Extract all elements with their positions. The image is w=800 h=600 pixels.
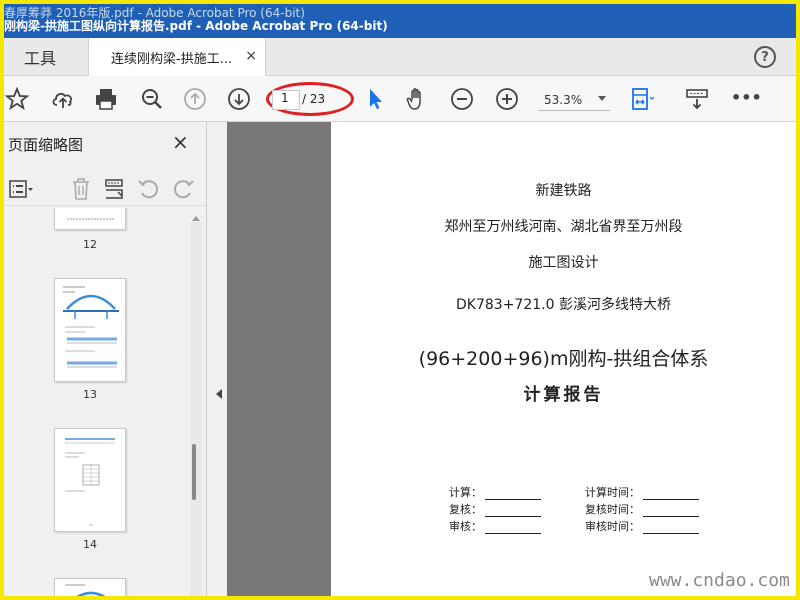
thumbnail-scrollbar[interactable] [190,222,202,596]
thumbnail-label: 12 [83,238,97,251]
upload-icon[interactable] [50,86,76,112]
collapse-panel-icon[interactable] [216,389,222,399]
sign-check-time-label: 审核时间： [585,520,640,533]
tab-row: 工具 连续刚构梁-拱施工... × ? [4,38,796,76]
site-watermark: www.cndao.com [649,570,790,591]
page-up-icon[interactable] [182,86,208,112]
delete-page-icon[interactable] [68,176,94,202]
thumbnail-page-12[interactable] [54,208,126,230]
zoom-plus-icon[interactable] [494,86,520,112]
window-title: 刚构梁-拱施工图纵向计算报告.pdf - Adobe Acrobat Pro (… [4,19,388,33]
rotate-right-icon[interactable] [170,176,196,202]
tab-tools[interactable]: 工具 [4,38,76,76]
doc-line-2: 郑州至万州线河南、湖北省界至万州段 [444,219,683,235]
sign-review: 复核： [449,501,541,517]
zoom-minus-icon[interactable] [449,86,475,112]
tab-document-label: 连续刚构梁-拱施工... [111,51,233,67]
page-number-input[interactable]: 1 [272,90,300,110]
page-thumbnails-panel: 页面缩略图 × 12 13 14 [4,122,207,596]
sign-check-label: 审核： [449,520,482,533]
doc-title: (96+200+96)m刚构-拱组合体系 [418,348,709,370]
star-icon[interactable] [4,86,30,112]
sign-calc-label: 计算： [449,486,482,499]
more-icon[interactable]: ••• [731,88,762,114]
zoom-out-search-icon[interactable] [139,86,165,112]
page-total-label: / 23 [302,92,326,106]
zoom-level-select[interactable]: 53.3% [538,89,610,111]
document-viewer[interactable]: 新建铁路 郑州至万州线河南、湖北省界至万州段 施工图设计 DK783+721.0… [227,122,796,596]
sign-review-time-label: 复核时间： [585,503,640,516]
help-icon[interactable]: ? [754,46,776,68]
close-panel-icon[interactable]: × [172,130,189,154]
page-down-icon[interactable] [226,86,252,112]
hand-icon[interactable] [404,86,430,112]
doc-subtitle: 计算报告 [523,385,604,405]
chevron-down-icon [598,96,606,101]
sign-calc-time-label: 计算时间： [585,486,640,499]
thumbnail-options-icon[interactable] [8,176,34,202]
thumbnail-list: 12 13 14 [4,208,194,596]
panel-title: 页面缩略图 [8,136,84,154]
sign-check-time: 审核时间： [585,518,699,534]
insert-page-icon[interactable] [102,176,128,202]
thumbnail-label: 14 [83,538,97,551]
sign-review-time: 复核时间： [585,501,699,517]
acrobat-window: 春厚筹莽 2016年版.pdf - Adobe Acrobat Pro (64-… [4,4,796,596]
thumbnail-page-14[interactable] [54,428,126,532]
scrollbar-thumb[interactable] [192,444,196,500]
sign-calc: 计算： [449,484,541,500]
panel-toolbar [4,172,206,206]
fit-page-icon[interactable] [628,86,655,112]
scroll-up-icon[interactable] [192,216,200,221]
toolbar: 1 / 23 53.3% ••• [4,76,796,122]
rotate-left-icon[interactable] [136,176,162,202]
doc-line-4: DK783+721.0 彭溪河多线特大桥 [456,297,671,313]
sign-calc-time: 计算时间： [585,484,699,500]
zoom-level-value: 53.3% [544,92,583,107]
thumbnail-label: 13 [83,388,97,401]
tab-document[interactable]: 连续刚构梁-拱施工... × [88,38,266,76]
doc-line-1: 新建铁路 [535,183,592,199]
pdf-page: 新建铁路 郑州至万州线河南、湖北省界至万州段 施工图设计 DK783+721.0… [331,122,796,596]
select-pointer-icon[interactable] [362,86,388,112]
print-icon[interactable] [93,86,119,112]
thumbnail-page-15[interactable] [54,578,126,596]
panel-splitter[interactable] [207,122,227,596]
doc-line-3: 施工图设计 [528,255,599,271]
close-tab-icon[interactable]: × [245,48,257,64]
sign-review-label: 复核： [449,503,482,516]
scroll-mode-icon[interactable] [684,86,710,112]
sign-check: 审核： [449,518,541,534]
title-bar: 春厚筹莽 2016年版.pdf - Adobe Acrobat Pro (64-… [4,4,796,38]
thumbnail-page-13[interactable] [54,278,126,382]
